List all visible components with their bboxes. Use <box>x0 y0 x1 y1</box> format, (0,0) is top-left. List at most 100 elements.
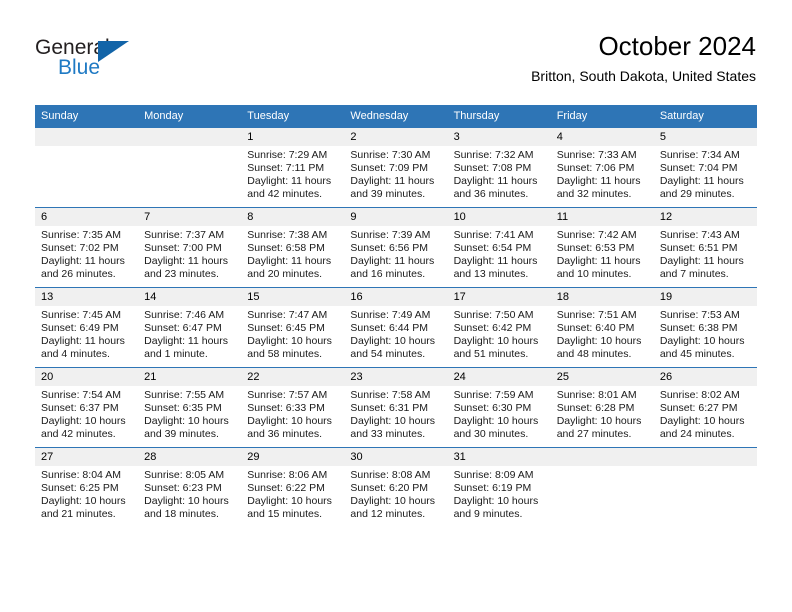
calendar-day-cell[interactable]: 21 Sunrise: 7:55 AM Sunset: 6:35 PM Dayligh… <box>138 367 242 448</box>
sunrise-text: Sunrise: 8:05 AM <box>144 469 225 481</box>
sunset-text: Sunset: 7:02 PM <box>41 242 119 254</box>
calendar-day-cell[interactable]: 26 Sunrise: 8:02 AM Sunset: 6:27 PM Dayligh… <box>653 367 757 448</box>
daylight-text: Daylight: 11 hours and 29 minutes. <box>659 175 744 200</box>
day-number: 13 <box>35 288 139 306</box>
calendar-day-cell[interactable]: 18 Sunrise: 7:51 AM Sunset: 6:40 PM Dayligh… <box>550 287 654 368</box>
title-block: October 2024 Britton, South Dakota, Unit… <box>531 30 756 85</box>
daylight-text: Daylight: 11 hours and 13 minutes. <box>453 255 538 280</box>
weekday-header-tuesday: Tuesday <box>241 105 345 128</box>
sunrise-text: Sunrise: 8:08 AM <box>350 469 431 481</box>
weekday-header-monday: Monday <box>138 105 242 128</box>
calendar-day-cell[interactable]: 1 Sunrise: 7:29 AM Sunset: 7:11 PM Daylight… <box>241 127 345 208</box>
sunset-text: Sunset: 6:27 PM <box>659 402 738 414</box>
calendar-day-cell[interactable]: 27 Sunrise: 8:04 AM Sunset: 6:25 PM Dayligh… <box>35 447 139 527</box>
day-number: 4 <box>550 128 654 146</box>
calendar-day-cell[interactable]: 14 Sunrise: 7:46 AM Sunset: 6:47 PM Dayligh… <box>138 287 242 368</box>
day-number: 30 <box>344 448 448 466</box>
calendar-day-cell[interactable]: 10 Sunrise: 7:41 AM Sunset: 6:54 PM Dayligh… <box>447 207 551 288</box>
sunset-text: Sunset: 6:49 PM <box>41 322 119 334</box>
sunset-text: Sunset: 6:37 PM <box>41 402 119 414</box>
day-details: Sunrise: 7:39 AM Sunset: 6:56 PM Daylight:… <box>344 226 447 281</box>
sunrise-text: Sunrise: 7:57 AM <box>247 389 328 401</box>
sunset-text: Sunset: 7:00 PM <box>144 242 222 254</box>
day-number: 8 <box>241 208 345 226</box>
day-number <box>653 448 757 466</box>
calendar-day-cell[interactable]: 20 Sunrise: 7:54 AM Sunset: 6:37 PM Dayligh… <box>35 367 139 448</box>
daylight-text: Daylight: 11 hours and 36 minutes. <box>453 175 538 200</box>
sunrise-text: Sunrise: 7:49 AM <box>350 309 431 321</box>
day-number: 14 <box>138 288 242 306</box>
day-number: 20 <box>35 368 139 386</box>
sunrise-text: Sunrise: 7:43 AM <box>659 229 740 241</box>
day-details: Sunrise: 7:59 AM Sunset: 6:30 PM Daylight:… <box>448 386 551 441</box>
calendar-day-cell[interactable]: 16 Sunrise: 7:49 AM Sunset: 6:44 PM Dayligh… <box>344 287 448 368</box>
calendar-day-cell[interactable]: 4 Sunrise: 7:33 AM Sunset: 7:06 PM Daylight… <box>550 127 654 208</box>
sunset-text: Sunset: 6:42 PM <box>453 322 532 334</box>
calendar-day-cell[interactable]: 15 Sunrise: 7:47 AM Sunset: 6:45 PM Dayligh… <box>241 287 345 368</box>
daylight-text: Daylight: 10 hours and 33 minutes. <box>350 415 436 440</box>
calendar-day-cell[interactable]: 31 Sunrise: 8:09 AM Sunset: 6:19 PM Dayligh… <box>447 447 551 527</box>
daylight-text: Daylight: 10 hours and 9 minutes. <box>453 495 539 520</box>
calendar-day-cell[interactable]: 30 Sunrise: 8:08 AM Sunset: 6:20 PM Dayligh… <box>344 447 448 527</box>
day-details: Sunrise: 7:41 AM Sunset: 6:54 PM Daylight:… <box>448 226 551 281</box>
calendar-day-cell[interactable]: 12 Sunrise: 7:43 AM Sunset: 6:51 PM Dayligh… <box>653 207 757 288</box>
daylight-text: Daylight: 11 hours and 26 minutes. <box>41 255 125 280</box>
calendar-day-cell[interactable]: 8 Sunrise: 7:38 AM Sunset: 6:58 PM Daylight… <box>241 207 345 288</box>
day-details: Sunrise: 7:54 AM Sunset: 6:37 PM Daylight:… <box>35 386 138 441</box>
calendar-day-cell[interactable]: 24 Sunrise: 7:59 AM Sunset: 6:30 PM Dayligh… <box>447 367 551 448</box>
calendar-day-cell[interactable]: 5 Sunrise: 7:34 AM Sunset: 7:04 PM Daylight… <box>653 127 757 208</box>
day-number <box>550 448 654 466</box>
sunset-text: Sunset: 7:11 PM <box>247 162 325 174</box>
calendar-day-cell[interactable]: 25 Sunrise: 8:01 AM Sunset: 6:28 PM Dayligh… <box>550 367 654 448</box>
sunset-text: Sunset: 6:19 PM <box>453 482 532 494</box>
daylight-text: Daylight: 10 hours and 27 minutes. <box>556 415 642 440</box>
calendar-day-cell[interactable]: 28 Sunrise: 8:05 AM Sunset: 6:23 PM Dayligh… <box>138 447 242 527</box>
day-number: 3 <box>447 128 551 146</box>
daylight-text: Daylight: 11 hours and 10 minutes. <box>556 255 641 280</box>
sunset-text: Sunset: 6:30 PM <box>453 402 532 414</box>
day-number: 12 <box>653 208 757 226</box>
calendar-day-cell[interactable]: 29 Sunrise: 8:06 AM Sunset: 6:22 PM Dayligh… <box>241 447 345 527</box>
weekday-header-saturday: Saturday <box>653 105 757 128</box>
day-number: 25 <box>550 368 654 386</box>
day-number: 21 <box>138 368 242 386</box>
calendar-day-cell[interactable]: 9 Sunrise: 7:39 AM Sunset: 6:56 PM Daylight… <box>344 207 448 288</box>
day-number: 17 <box>447 288 551 306</box>
sunset-text: Sunset: 6:22 PM <box>247 482 325 494</box>
sunset-text: Sunset: 6:44 PM <box>350 322 429 334</box>
day-details: Sunrise: 8:02 AM Sunset: 6:27 PM Daylight:… <box>654 386 757 441</box>
calendar-day-cell[interactable]: 13 Sunrise: 7:45 AM Sunset: 6:49 PM Dayligh… <box>35 287 139 368</box>
calendar-day-cell[interactable]: 2 Sunrise: 7:30 AM Sunset: 7:09 PM Daylight… <box>344 127 448 208</box>
daylight-text: Daylight: 11 hours and 32 minutes. <box>556 175 641 200</box>
sunset-text: Sunset: 6:51 PM <box>659 242 738 254</box>
calendar-day-cell[interactable]: 3 Sunrise: 7:32 AM Sunset: 7:08 PM Daylight… <box>447 127 551 208</box>
calendar-day-cell[interactable]: 23 Sunrise: 7:58 AM Sunset: 6:31 PM Dayligh… <box>344 367 448 448</box>
day-details: Sunrise: 7:47 AM Sunset: 6:45 PM Daylight:… <box>241 306 344 361</box>
day-details: Sunrise: 7:34 AM Sunset: 7:04 PM Daylight:… <box>654 146 757 201</box>
sunset-text: Sunset: 6:38 PM <box>659 322 738 334</box>
sunrise-text: Sunrise: 7:46 AM <box>144 309 225 321</box>
daylight-text: Daylight: 10 hours and 39 minutes. <box>144 415 229 440</box>
calendar-week-row: 1 Sunrise: 7:29 AM Sunset: 7:11 PM Daylight… <box>35 127 757 208</box>
calendar-day-cell[interactable]: 6 Sunrise: 7:35 AM Sunset: 7:02 PM Daylight… <box>35 207 139 288</box>
sunrise-text: Sunrise: 7:39 AM <box>350 229 431 241</box>
sunrise-text: Sunrise: 7:33 AM <box>556 149 637 161</box>
general-blue-logo[interactable]: General Blue <box>35 36 165 84</box>
calendar-day-cell[interactable]: 19 Sunrise: 7:53 AM Sunset: 6:38 PM Dayligh… <box>653 287 757 368</box>
calendar-day-cell[interactable]: 7 Sunrise: 7:37 AM Sunset: 7:00 PM Daylight… <box>138 207 242 288</box>
calendar-day-cell[interactable]: 17 Sunrise: 7:50 AM Sunset: 6:42 PM Dayligh… <box>447 287 551 368</box>
sunset-text: Sunset: 6:54 PM <box>453 242 532 254</box>
sunset-text: Sunset: 6:25 PM <box>41 482 119 494</box>
daylight-text: Daylight: 10 hours and 42 minutes. <box>41 415 126 440</box>
daylight-text: Daylight: 10 hours and 36 minutes. <box>247 415 332 440</box>
calendar-day-cell[interactable]: 11 Sunrise: 7:42 AM Sunset: 6:53 PM Dayligh… <box>550 207 654 288</box>
calendar-day-cell-empty <box>138 127 242 208</box>
sunrise-text: Sunrise: 7:54 AM <box>41 389 121 401</box>
sunrise-text: Sunrise: 7:29 AM <box>247 149 328 161</box>
calendar-day-cell[interactable]: 22 Sunrise: 7:57 AM Sunset: 6:33 PM Dayligh… <box>241 367 345 448</box>
day-number: 1 <box>241 128 345 146</box>
calendar-day-cell-empty <box>550 447 654 527</box>
sunrise-text: Sunrise: 7:32 AM <box>453 149 534 161</box>
sunrise-text: Sunrise: 7:59 AM <box>453 389 534 401</box>
day-number: 7 <box>138 208 242 226</box>
